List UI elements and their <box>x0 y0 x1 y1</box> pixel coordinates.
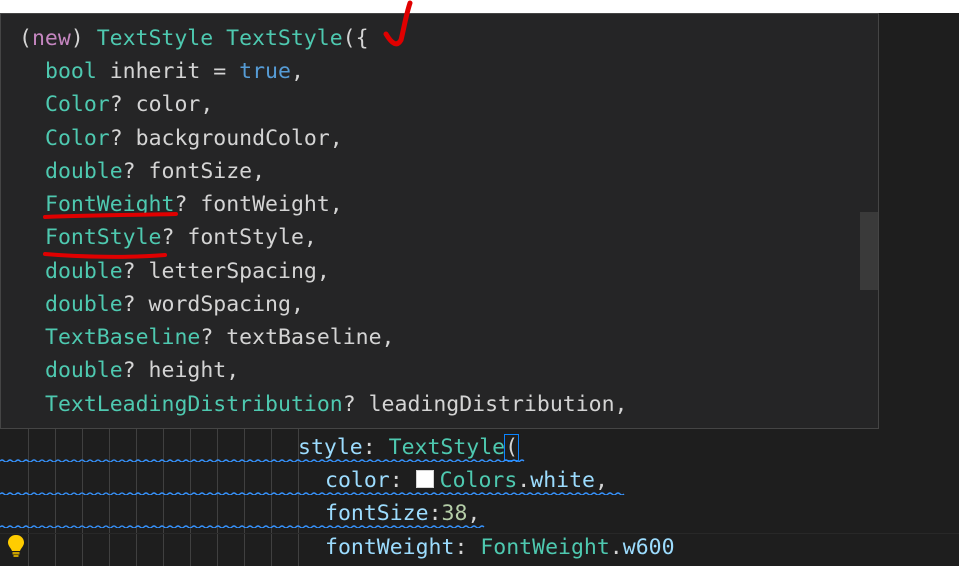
diagnostic-squiggle <box>0 525 485 528</box>
diagnostic-squiggle <box>0 492 625 495</box>
lightbulb-icon[interactable] <box>6 533 26 559</box>
underline-fontstyle <box>43 252 167 259</box>
code-editor[interactable]: style: TextStyle( color: Colors.white, f… <box>0 429 959 566</box>
matching-bracket: ( <box>504 434 520 461</box>
underline-fontweight <box>43 212 178 219</box>
code-line-fontweight[interactable]: fontWeight: FontWeight.w600 <box>325 533 675 563</box>
checkmark-annotation <box>383 0 413 47</box>
color-swatch-icon[interactable] <box>415 470 434 488</box>
diagnostic-squiggle <box>0 459 525 462</box>
